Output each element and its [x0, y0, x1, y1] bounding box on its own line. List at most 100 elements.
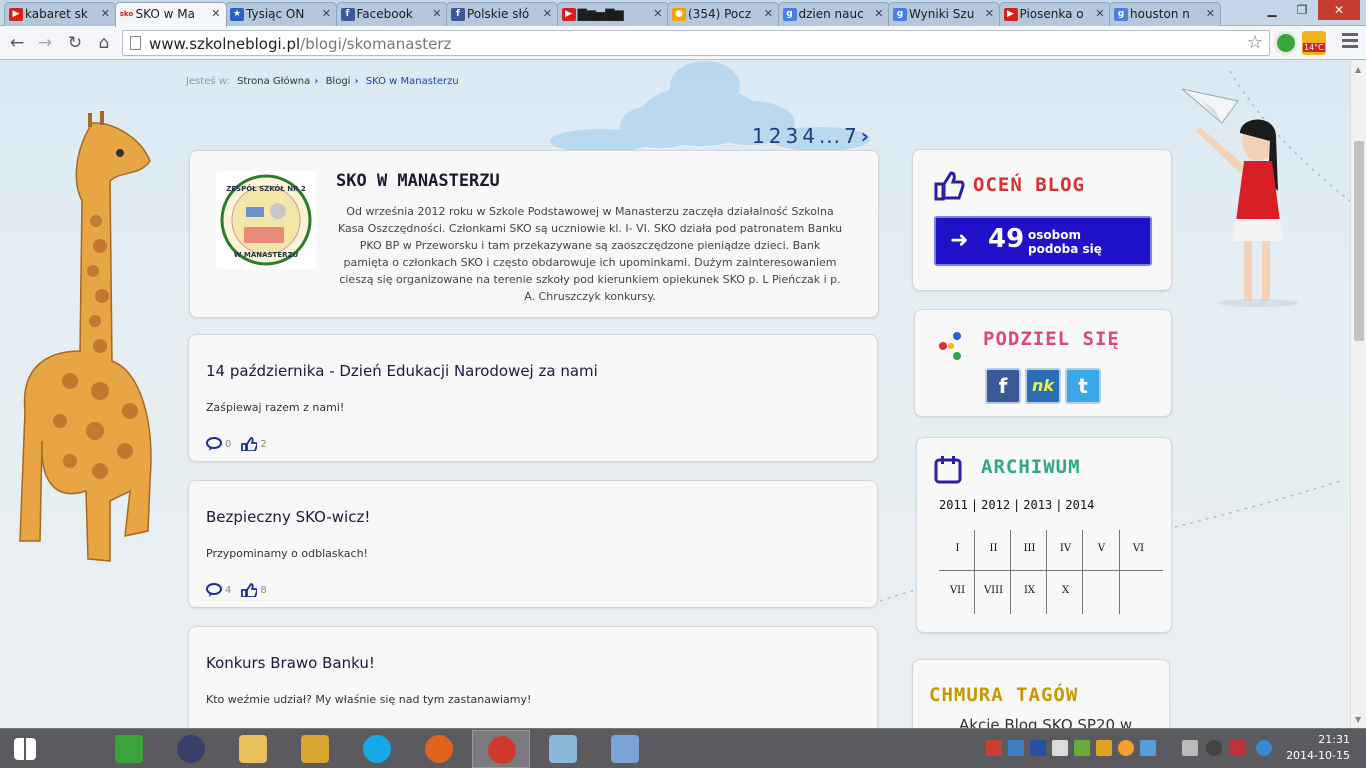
volume-icon[interactable] — [986, 740, 1002, 756]
extension-green-icon[interactable] — [1274, 31, 1298, 55]
taskbar-media-center-button[interactable] — [162, 730, 220, 768]
home-button[interactable]: ⌂ — [93, 32, 115, 54]
page-link[interactable]: 3 — [785, 124, 799, 148]
post-excerpt: Przypominamy o odblaskach! — [206, 547, 368, 560]
page-link[interactable]: 1 — [752, 124, 766, 148]
archive-month-link[interactable]: VI — [1120, 530, 1157, 567]
page-link[interactable]: 2 — [769, 124, 783, 148]
address-bar[interactable]: www.szkolneblogi.pl/blogi/skomanasterz ☆ — [122, 30, 1270, 56]
browser-tab[interactable]: ▶ Piosenka o ✕ — [998, 2, 1111, 26]
tray-app-icon[interactable] — [1118, 740, 1134, 756]
archive-year-link[interactable]: 2013 — [1023, 498, 1052, 512]
close-tab-icon[interactable]: ✕ — [101, 7, 110, 20]
browser-tab[interactable]: g houston n ✕ — [1109, 2, 1221, 26]
reload-button[interactable]: ↻ — [64, 32, 86, 54]
post-title-link[interactable]: Bezpieczny SKO-wicz! — [206, 508, 370, 526]
close-tab-icon[interactable]: ✕ — [764, 7, 773, 20]
browser-tab[interactable]: f Polskie słó ✕ — [446, 2, 558, 26]
thumbs-up-icon[interactable] — [241, 583, 259, 598]
clock-date[interactable]: 2014-10-15 — [1286, 749, 1350, 762]
weather-extension-icon[interactable]: 14°C — [1302, 31, 1326, 55]
archive-month-link[interactable]: II — [975, 530, 1012, 567]
tag-cloud-links[interactable]: Akcje Blog SKO SP20 w — [959, 716, 1132, 728]
archive-year-link[interactable]: 2014 — [1065, 498, 1094, 512]
minimize-button[interactable]: ▁ — [1258, 0, 1286, 20]
taskbar-chrome-button[interactable] — [472, 730, 530, 768]
tray-app-icon[interactable] — [1206, 740, 1222, 756]
browser-tab[interactable]: ▶ ▇▆▅▇▆ ✕ — [556, 2, 669, 26]
breadcrumb-home-link[interactable]: Strona Główna — [237, 76, 310, 87]
breadcrumb-current[interactable]: SKO w Manasterzu — [366, 76, 459, 87]
tray-app-icon[interactable] — [1140, 740, 1156, 756]
close-tab-icon[interactable]: ✕ — [985, 7, 994, 20]
browser-tab[interactable]: ● (354) Pocz ✕ — [667, 2, 779, 26]
next-page-arrow-icon[interactable]: › — [861, 124, 870, 148]
taskbar-paint-button[interactable] — [596, 730, 654, 768]
archive-month-link[interactable]: IX — [1011, 572, 1048, 609]
close-window-button[interactable]: ✕ — [1318, 0, 1360, 20]
thumbs-up-icon[interactable] — [241, 437, 259, 452]
clock-time[interactable]: 21:31 — [1318, 733, 1350, 746]
battery-icon[interactable] — [1074, 740, 1090, 756]
forward-button[interactable]: → — [34, 32, 56, 54]
comment-icon[interactable] — [206, 437, 222, 451]
restore-button[interactable]: ❐ — [1288, 0, 1316, 20]
comment-icon[interactable] — [206, 583, 222, 597]
archive-month-link[interactable]: VIII — [975, 572, 1012, 609]
breadcrumb-blogs-link[interactable]: Blogi — [326, 76, 351, 87]
archive-month-link[interactable]: V — [1083, 530, 1120, 567]
tab-favicon-icon: g — [782, 8, 797, 21]
network-device-icon[interactable] — [1008, 740, 1024, 756]
taskbar-skype-button[interactable] — [348, 730, 406, 768]
browser-tab[interactable]: g dzien nauc ✕ — [777, 2, 890, 26]
taskbar-file-explorer-button[interactable] — [224, 730, 282, 768]
close-tab-icon[interactable]: ✕ — [543, 7, 552, 20]
taskbar-calculator-button[interactable] — [534, 730, 592, 768]
close-tab-icon[interactable]: ✕ — [1206, 7, 1215, 20]
vertical-scrollbar[interactable]: ▲ ▼ — [1350, 61, 1366, 728]
page-link[interactable]: 7 — [844, 124, 858, 148]
close-tab-icon[interactable]: ✕ — [322, 7, 331, 20]
archive-month-link[interactable]: X — [1047, 572, 1084, 609]
taskbar-firefox-button[interactable] — [410, 730, 468, 768]
facebook-share-button[interactable]: f — [985, 368, 1021, 404]
chrome-menu-icon[interactable] — [1342, 33, 1358, 51]
url-text[interactable]: www.szkolneblogi.pl/blogi/skomanasterz — [149, 35, 451, 53]
flag-icon[interactable] — [1052, 740, 1068, 756]
browser-tab[interactable]: f Facebook ✕ — [335, 2, 448, 26]
scroll-down-arrow-icon[interactable]: ▼ — [1355, 715, 1361, 724]
taskbar-winamp-button[interactable] — [286, 730, 344, 768]
tray-app-icon[interactable] — [1230, 740, 1246, 756]
post-title-link[interactable]: 14 października - Dzień Edukacji Narodow… — [206, 362, 598, 380]
taskbar-start-button[interactable] — [0, 730, 58, 768]
nk-share-button[interactable]: nk — [1025, 368, 1061, 404]
scroll-up-arrow-icon[interactable]: ▲ — [1355, 65, 1361, 74]
archive-month-link[interactable]: III — [1011, 530, 1048, 567]
archive-month-link[interactable]: VII — [939, 572, 976, 609]
back-button[interactable]: ← — [6, 32, 28, 54]
archive-month-link[interactable]: I — [939, 530, 976, 567]
updates-icon[interactable] — [1096, 740, 1112, 756]
like-button[interactable]: ➜ 49 osobom podoba się — [934, 216, 1152, 266]
taskbar-store-button[interactable] — [100, 730, 158, 768]
skype-tray-icon[interactable] — [1030, 740, 1046, 756]
close-tab-icon[interactable]: ✕ — [1095, 7, 1104, 20]
close-tab-icon[interactable]: ✕ — [653, 7, 662, 20]
archive-year-link[interactable]: 2012 — [981, 498, 1010, 512]
close-tab-icon[interactable]: ✕ — [211, 7, 220, 20]
bookmark-star-icon[interactable]: ☆ — [1247, 32, 1263, 53]
browser-tab[interactable]: ★ Tysiąc ON ✕ — [225, 2, 337, 26]
twitter-share-button[interactable]: t — [1065, 368, 1101, 404]
close-tab-icon[interactable]: ✕ — [432, 7, 441, 20]
close-tab-icon[interactable]: ✕ — [874, 7, 883, 20]
archive-month-link[interactable]: IV — [1047, 530, 1084, 567]
page-link[interactable]: 4 — [802, 124, 816, 148]
signal-icon[interactable] — [1182, 740, 1198, 756]
archive-year-link[interactable]: 2011 — [939, 498, 968, 512]
browser-tab[interactable]: ▶ kabaret sk ✕ — [4, 2, 116, 26]
post-title-link[interactable]: Konkurs Brawo Banku! — [206, 654, 375, 672]
browser-tab[interactable]: g Wyniki Szu ✕ — [888, 2, 1000, 26]
scrollbar-thumb[interactable] — [1354, 141, 1364, 341]
tray-app-icon[interactable] — [1256, 740, 1272, 756]
browser-tab[interactable]: sko SKO w Ma ✕ — [114, 2, 227, 27]
